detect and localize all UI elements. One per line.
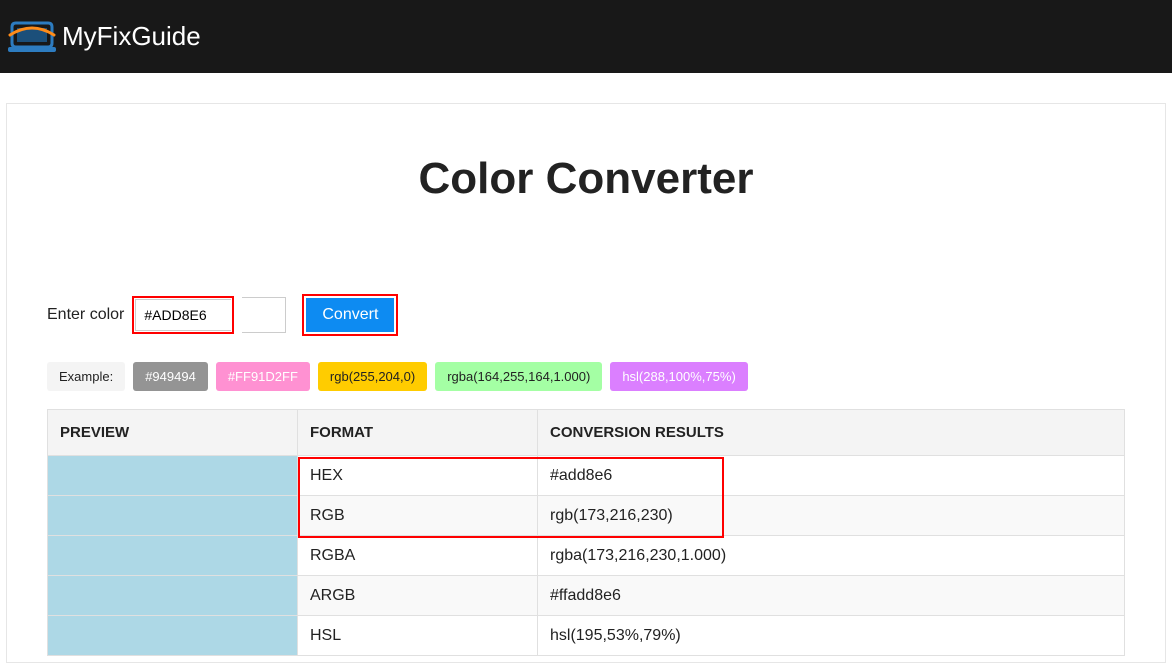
result-cell: hsl(195,53%,79%): [538, 616, 1125, 656]
table-row: ARGB #ffadd8e6: [48, 576, 1125, 616]
preview-swatch: [48, 616, 298, 656]
table-row: HSL hsl(195,53%,79%): [48, 616, 1125, 656]
app-header: MyFixGuide: [0, 0, 1172, 73]
laptop-icon: [8, 19, 56, 55]
preview-swatch: [48, 576, 298, 616]
preview-swatch: [48, 536, 298, 576]
example-chip-hex2[interactable]: #FF91D2FF: [216, 362, 310, 391]
color-input-highlight: [132, 296, 234, 334]
table-row: HEX #add8e6: [48, 456, 1125, 496]
example-chip-hsl[interactable]: hsl(288,100%,75%): [610, 362, 747, 391]
results-table: PREVIEW FORMAT CONVERSION RESULTS HEX #a…: [47, 409, 1125, 656]
color-input-extension: [242, 297, 286, 333]
input-label: Enter color: [47, 306, 124, 324]
header-preview: PREVIEW: [48, 410, 298, 456]
result-cell: rgb(173,216,230): [538, 496, 1125, 536]
format-cell: ARGB: [298, 576, 538, 616]
example-chip-hex1[interactable]: #949494: [133, 362, 208, 391]
preview-swatch: [48, 456, 298, 496]
format-cell: RGBA: [298, 536, 538, 576]
example-chip-rgba[interactable]: rgba(164,255,164,1.000): [435, 362, 602, 391]
convert-button-highlight: Convert: [302, 294, 398, 336]
result-cell: rgba(173,216,230,1.000): [538, 536, 1125, 576]
header-format: FORMAT: [298, 410, 538, 456]
examples-row: Example: #949494 #FF91D2FF rgb(255,204,0…: [47, 362, 1125, 391]
example-chip-rgb[interactable]: rgb(255,204,0): [318, 362, 427, 391]
format-cell: RGB: [298, 496, 538, 536]
result-cell: #ffadd8e6: [538, 576, 1125, 616]
content-card: Color Converter Enter color Convert Exam…: [6, 103, 1166, 663]
preview-swatch: [48, 496, 298, 536]
input-row: Enter color Convert: [47, 294, 1125, 336]
result-cell: #add8e6: [538, 456, 1125, 496]
example-label: Example:: [47, 362, 125, 391]
table-row: RGBA rgba(173,216,230,1.000): [48, 536, 1125, 576]
brand-name: MyFixGuide: [62, 21, 201, 52]
header-results: CONVERSION RESULTS: [538, 410, 1125, 456]
color-input[interactable]: [135, 299, 231, 331]
format-cell: HEX: [298, 456, 538, 496]
page-title: Color Converter: [47, 154, 1125, 204]
table-row: RGB rgb(173,216,230): [48, 496, 1125, 536]
format-cell: HSL: [298, 616, 538, 656]
convert-button[interactable]: Convert: [306, 298, 394, 332]
brand-logo[interactable]: MyFixGuide: [8, 19, 201, 55]
